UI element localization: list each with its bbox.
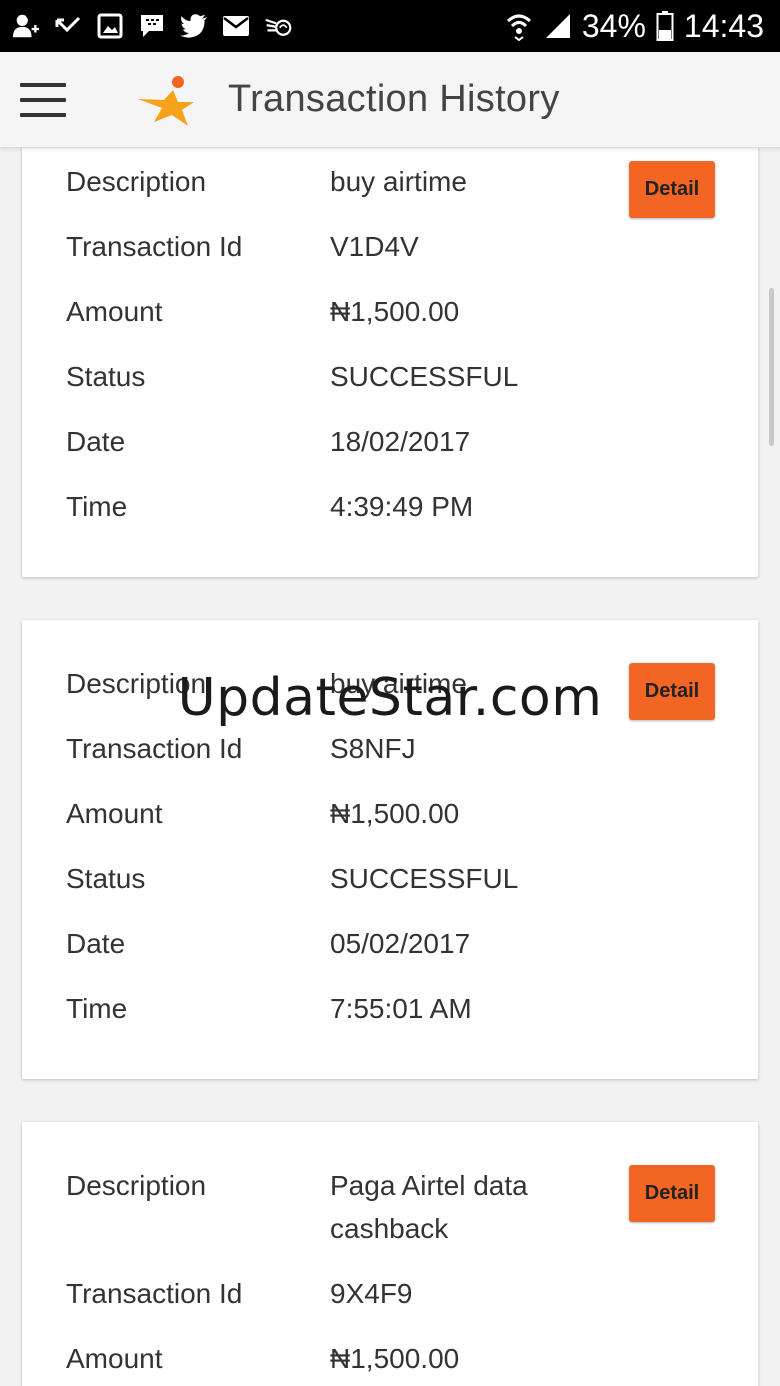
wifi-icon <box>506 11 532 41</box>
amount-value: ₦1,500.00 <box>330 296 460 327</box>
add-person-icon <box>12 12 40 40</box>
status-label: Status <box>66 361 146 392</box>
detail-button[interactable]: Detail <box>629 1165 715 1222</box>
amount-label: Amount <box>66 798 163 829</box>
amount-value: ₦1,500.00 <box>330 1343 460 1374</box>
time-label: Time <box>66 491 128 522</box>
description-label: Description <box>66 166 207 197</box>
transaction-id-label: Transaction Id <box>66 1278 243 1309</box>
transaction-card: Description buy airtime Detail Transacti… <box>22 620 758 1079</box>
amount-label: Amount <box>66 296 163 327</box>
status-label: Status <box>66 863 146 894</box>
description-label: Description <box>66 668 207 699</box>
detail-button[interactable]: Detail <box>629 663 715 720</box>
transaction-id-value: S8NFJ <box>330 733 416 764</box>
transaction-id-label: Transaction Id <box>66 231 243 262</box>
twitter-icon <box>180 12 208 40</box>
date-value: 05/02/2017 <box>330 928 471 959</box>
missed-call-icon <box>54 12 82 40</box>
mail-icon <box>222 12 250 40</box>
clock: 14:43 <box>683 7 764 44</box>
status-value: SUCCESSFUL <box>330 863 519 894</box>
battery-icon <box>656 11 674 41</box>
description-value-line1: Paga Airtel data <box>330 1170 528 1201</box>
transaction-card: Description buy airtime Detail Transacti… <box>22 148 758 577</box>
transaction-id-label: Transaction Id <box>66 733 243 764</box>
description-value-line2: cashback <box>330 1213 449 1244</box>
detail-button[interactable]: Detail <box>629 161 715 218</box>
amount-label: Amount <box>66 1343 163 1374</box>
description-value: buy airtime <box>330 668 467 699</box>
time-label: Time <box>66 993 128 1024</box>
notification-icons <box>12 8 292 44</box>
time-value: 4:39:49 PM <box>330 491 474 522</box>
app-logo-star-icon <box>136 74 196 128</box>
transaction-id-value: V1D4V <box>330 231 419 262</box>
time-value: 7:55:01 AM <box>330 993 472 1024</box>
signal-icon <box>542 12 572 40</box>
hand-icon <box>264 12 292 40</box>
date-label: Date <box>66 426 126 457</box>
image-icon <box>96 12 124 40</box>
amount-value: ₦1,500.00 <box>330 798 460 829</box>
transaction-id-value: 9X4F9 <box>330 1278 413 1309</box>
description-label: Description <box>66 1170 207 1201</box>
description-value: buy airtime <box>330 166 467 197</box>
date-value: 18/02/2017 <box>330 426 471 457</box>
hamburger-menu-icon[interactable] <box>20 80 66 120</box>
app-bar: Transaction History <box>0 52 780 148</box>
scrollbar[interactable] <box>769 288 774 446</box>
bbm-icon <box>138 12 166 40</box>
transaction-list[interactable]: Description buy airtime Detail Transacti… <box>0 148 780 1386</box>
date-label: Date <box>66 928 126 959</box>
page-title: Transaction History <box>228 78 560 120</box>
status-bar: 34% 14:43 <box>0 0 780 52</box>
battery-percentage: 34% <box>581 7 646 44</box>
transaction-card: Description Paga Airtel data cashback De… <box>22 1122 758 1386</box>
status-value: SUCCESSFUL <box>330 361 519 392</box>
system-status: 34% 14:43 <box>506 6 764 46</box>
